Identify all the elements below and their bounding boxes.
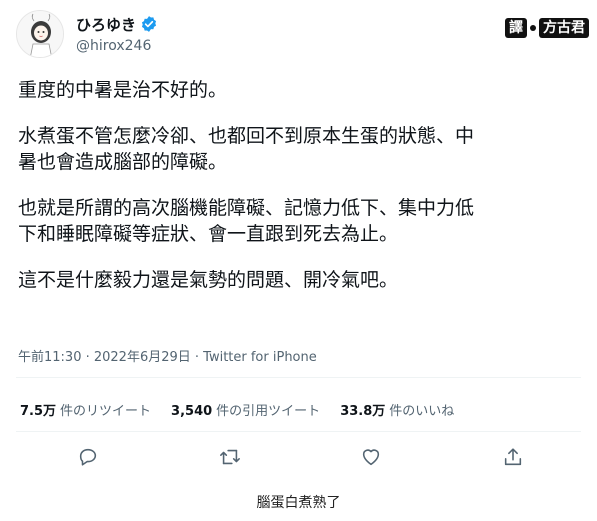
verified-badge-icon xyxy=(140,15,158,33)
watermark-dot xyxy=(530,25,536,31)
retweets-stat[interactable]: 7.5万 件のリツイート xyxy=(20,400,151,419)
quotes-label: 件の引用ツイート xyxy=(216,404,321,419)
action-bar xyxy=(0,446,597,470)
reply-icon[interactable] xyxy=(77,446,99,468)
display-name[interactable]: ひろゆき xyxy=(76,14,136,35)
watermark-left: 譯 xyxy=(505,18,527,38)
tweet-paragraph: 這不是什麼毅力還是氣勢的問題、開冷氣吧。 xyxy=(18,269,399,291)
tweet-paragraph: 也就是所謂的高次腦機能障礙、記憶力低下、集中力低 下和睡眠障礙等症狀、會一直跟到… xyxy=(18,197,475,245)
tweet-header: ひろゆき @hirox246 xyxy=(16,10,581,60)
tweet-card: ひろゆき @hirox246 譯 方古君 重度的中暑是治不好的。 水煮蛋不管怎麼… xyxy=(0,0,597,488)
image-caption: 腦蛋白煮熟了 xyxy=(256,495,341,511)
tweet-paragraph: 水煮蛋不管怎麼冷卻、也都回不到原本生蛋的狀態、中 暑也會造成腦部的障礙。 xyxy=(18,125,475,173)
retweets-label: 件のリツイート xyxy=(60,404,152,419)
tweet-timestamp[interactable]: 午前11:30 · 2022年6月29日 · Twitter for iPhon… xyxy=(18,346,317,365)
likes-label: 件のいいね xyxy=(389,404,455,419)
tweet-text: 重度的中暑是治不好的。 水煮蛋不管怎麼冷卻、也都回不到原本生蛋的狀態、中 暑也會… xyxy=(18,77,583,313)
retweet-icon[interactable] xyxy=(219,446,241,468)
tweet-paragraph: 重度的中暑是治不好的。 xyxy=(18,79,228,101)
user-names: ひろゆき @hirox246 xyxy=(76,14,158,54)
likes-stat[interactable]: 33.8万 件のいいね xyxy=(340,400,454,419)
divider xyxy=(16,431,581,432)
display-name-row: ひろゆき xyxy=(76,14,158,34)
like-icon[interactable] xyxy=(360,446,382,468)
tweet-stats: 7.5万 件のリツイート 3,540 件の引用ツイート 33.8万 件のいいね xyxy=(20,400,474,419)
quotes-stat[interactable]: 3,540 件の引用ツイート xyxy=(171,400,320,419)
watermark-right: 方古君 xyxy=(539,18,589,38)
user-handle[interactable]: @hirox246 xyxy=(76,38,158,54)
retweets-count: 7.5万 xyxy=(20,404,57,419)
quotes-count: 3,540 xyxy=(171,404,213,419)
likes-count: 33.8万 xyxy=(340,404,386,419)
avatar-illustration xyxy=(17,11,63,57)
translator-watermark: 譯 方古君 xyxy=(505,18,589,38)
avatar[interactable] xyxy=(16,10,64,58)
divider xyxy=(16,377,581,378)
share-icon[interactable] xyxy=(502,446,524,468)
